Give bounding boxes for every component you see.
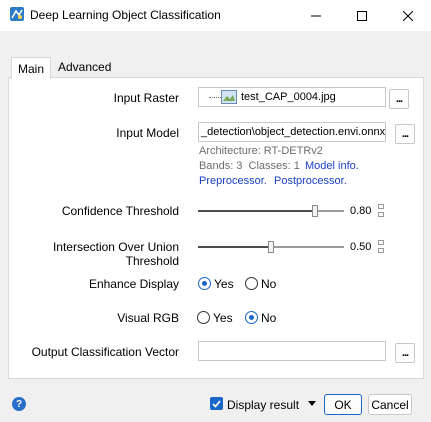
- tree-connector: [209, 97, 221, 98]
- input-model-browse-button[interactable]: ...: [395, 124, 415, 144]
- output-vector-browse-button[interactable]: ...: [395, 343, 415, 363]
- input-model-label: Input Model: [116, 126, 179, 140]
- iou-slider-fill: [198, 246, 271, 248]
- iou-slider-thumb[interactable]: [268, 241, 274, 253]
- maximize-button[interactable]: [339, 0, 385, 31]
- input-model-value: _detection\object_detection.envi.onnx: [201, 126, 386, 138]
- close-icon: [403, 10, 413, 21]
- input-raster-label: Input Raster: [113, 91, 179, 105]
- enhance-display-no-label[interactable]: No: [261, 277, 276, 291]
- display-result-label[interactable]: Display result: [227, 398, 299, 412]
- visual-rgb-yes-label[interactable]: Yes: [213, 311, 233, 325]
- maximize-icon: [357, 10, 367, 21]
- postprocessor-link[interactable]: Postprocessor.: [274, 175, 347, 187]
- confidence-slider-fill: [198, 210, 315, 212]
- confidence-spinner[interactable]: [378, 204, 384, 217]
- model-architecture: Architecture: RT-DETRv2: [199, 145, 323, 157]
- title-bar: Deep Learning Object Classification: [0, 0, 431, 31]
- raster-image-icon: [221, 90, 237, 104]
- enhance-display-yes-radio[interactable]: [198, 277, 211, 290]
- app-icon: [10, 7, 24, 21]
- checkmark-icon: [212, 399, 221, 408]
- enhance-display-yes-label[interactable]: Yes: [214, 277, 234, 291]
- visual-rgb-no-label[interactable]: No: [261, 311, 276, 325]
- ok-button[interactable]: OK: [324, 394, 362, 415]
- confidence-slider-thumb[interactable]: [311, 205, 318, 217]
- spin-down-icon[interactable]: [378, 212, 384, 217]
- caret-down-icon[interactable]: [308, 401, 316, 406]
- output-vector-field[interactable]: [198, 341, 386, 361]
- tab-main-label: Main: [18, 61, 45, 76]
- enhance-display-no-radio[interactable]: [245, 277, 258, 290]
- spin-down-icon[interactable]: [378, 248, 384, 253]
- minimize-icon: [311, 15, 321, 16]
- spin-up-icon[interactable]: [378, 204, 384, 209]
- input-raster-browse-button[interactable]: ...: [389, 89, 409, 109]
- tab-advanced[interactable]: Advanced: [52, 57, 117, 77]
- enhance-display-label: Enhance Display: [88, 277, 179, 291]
- visual-rgb-yes-radio[interactable]: [197, 311, 210, 324]
- iou-threshold-label: Intersection Over Union Threshold: [52, 240, 179, 268]
- preprocessor-link[interactable]: Preprocessor.: [199, 175, 267, 187]
- cancel-button[interactable]: Cancel: [368, 394, 412, 415]
- output-vector-label: Output Classification Vector: [31, 345, 179, 359]
- input-raster-field[interactable]: test_CAP_0004.jpg: [198, 87, 386, 107]
- input-raster-value: test_CAP_0004.jpg: [241, 91, 336, 103]
- iou-threshold-value: 0.50: [350, 241, 372, 253]
- visual-rgb-label: Visual RGB: [117, 311, 179, 325]
- confidence-threshold-value: 0.80: [350, 205, 372, 217]
- input-model-field[interactable]: _detection\object_detection.envi.onnx: [198, 122, 386, 142]
- tab-main[interactable]: Main: [11, 57, 52, 79]
- confidence-threshold-label: Confidence Threshold: [61, 204, 179, 218]
- spin-up-icon[interactable]: [378, 240, 384, 245]
- minimize-button[interactable]: [293, 0, 339, 31]
- close-button[interactable]: [385, 0, 431, 31]
- display-result-checkbox[interactable]: [210, 397, 223, 410]
- tab-advanced-label: Advanced: [58, 60, 112, 74]
- visual-rgb-no-radio[interactable]: [245, 311, 258, 324]
- iou-spinner[interactable]: [378, 240, 384, 253]
- model-info-link[interactable]: Model info.: [305, 160, 359, 172]
- model-bands-classes: Bands: 3 Classes: 1: [199, 160, 300, 172]
- window-title: Deep Learning Object Classification: [30, 8, 221, 22]
- help-icon[interactable]: ?: [12, 397, 26, 411]
